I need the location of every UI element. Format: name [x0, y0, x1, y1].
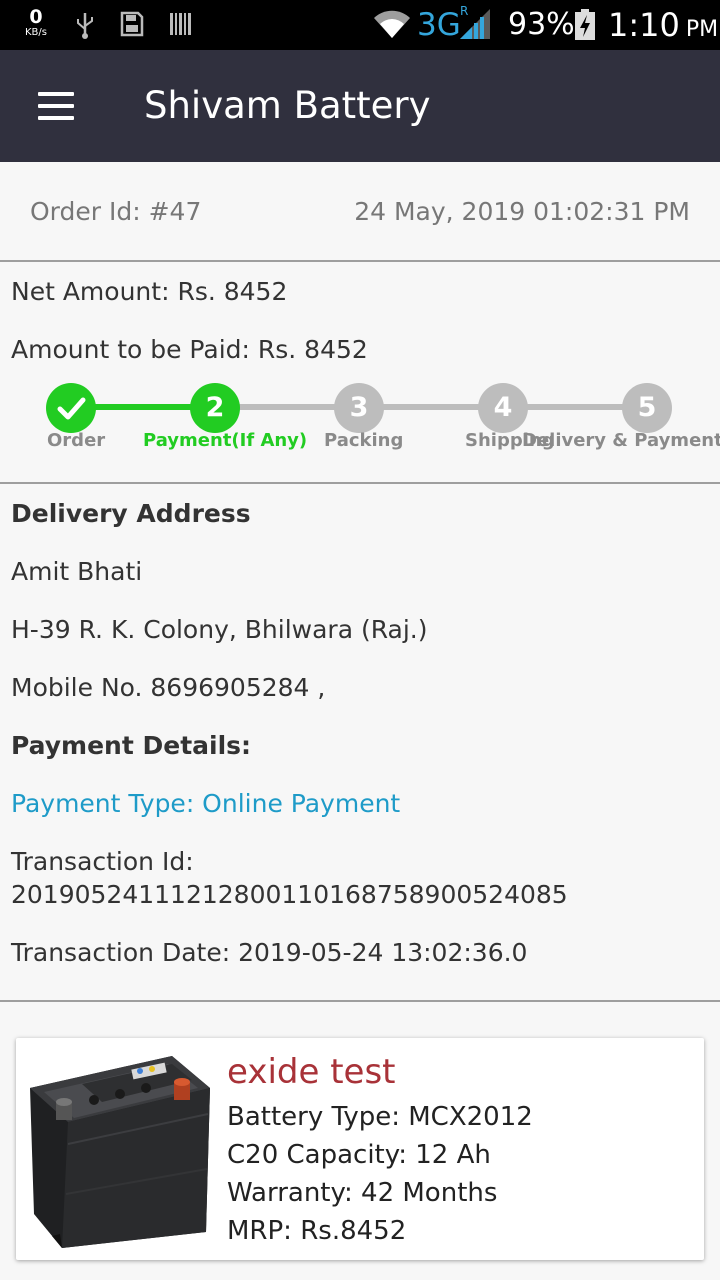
transaction-id: 20190524111212800110168758900524085 [11, 880, 568, 909]
amount-to-be-paid: Amount to be Paid: Rs. 8452 [11, 335, 368, 364]
car-battery-image [30, 1056, 210, 1248]
order-id: Order Id: #47 [30, 197, 202, 226]
checkmark-icon [57, 397, 86, 420]
product-card[interactable]: exide test Battery Type: MCX2012 C20 Cap… [16, 1038, 704, 1260]
step-4-number: 4 [493, 392, 513, 423]
usb-icon [77, 13, 93, 39]
order-header: Order Id: #47 24 May, 2019 01:02:31 PM [0, 162, 720, 260]
step-1-label: Order [47, 430, 106, 451]
delivery-address: H-39 R. K. Colony, Bhilwara (Raj.) [11, 615, 428, 644]
step-3-number: 3 [349, 392, 369, 423]
order-date: 24 May, 2019 01:02:31 PM [354, 197, 690, 226]
step-3-label: Packing [324, 430, 404, 451]
transaction-date: Transaction Date: 2019-05-24 13:02:36.0 [11, 938, 528, 967]
barcode-icon [170, 13, 191, 35]
clock-time: 1:10 [608, 6, 680, 44]
product-mrp: MRP: Rs.8452 [227, 1216, 407, 1246]
step-3-circle: 3 [334, 383, 384, 433]
net-speed-indicator: 0 KB/s [20, 8, 52, 38]
step-5-number: 5 [637, 392, 657, 423]
clock: 1:10 PM [608, 0, 718, 50]
step-5-circle: 5 [622, 383, 672, 433]
delivery-address-heading: Delivery Address [11, 499, 251, 528]
signal-icon [460, 9, 490, 39]
hamburger-menu-icon[interactable] [30, 86, 82, 126]
delivery-mobile: Mobile No. 8696905284 , [11, 673, 326, 702]
payment-details-heading: Payment Details: [11, 731, 252, 760]
step-2-label: Payment(If Any) [143, 430, 308, 451]
net-amount: Net Amount: Rs. 8452 [11, 277, 288, 306]
sd-card-icon [120, 11, 144, 37]
step-2-number: 2 [205, 392, 225, 423]
divider [0, 1000, 720, 1002]
network-type: 3G [417, 7, 461, 43]
product-name: exide test [227, 1052, 396, 1092]
divider [0, 260, 720, 262]
battery-percent: 93% [508, 7, 575, 42]
step-5-label: Delivery & Payment (If [522, 430, 720, 451]
net-speed-unit: KB/s [25, 27, 47, 38]
step-2-circle: 2 [190, 383, 240, 433]
transaction-id-label: Transaction Id: [11, 847, 194, 876]
app-title: Shivam Battery [144, 84, 431, 127]
step-4-circle: 4 [478, 383, 528, 433]
app-bar: Shivam Battery [0, 50, 720, 162]
net-speed-value: 0 [29, 6, 43, 28]
step-1-circle [46, 383, 96, 433]
product-battery-type: Battery Type: MCX2012 [227, 1102, 533, 1132]
status-bar: 0 KB/s 3G R 93% 1:10 PM [0, 0, 720, 50]
order-progress-stepper: 2 3 4 5 Order Payment(If Any) Packing Sh… [0, 380, 720, 460]
product-capacity: C20 Capacity: 12 Ah [227, 1140, 491, 1170]
delivery-name: Amit Bhati [11, 557, 143, 586]
battery-charging-icon [575, 9, 595, 40]
clock-ampm: PM [685, 17, 719, 42]
divider [0, 482, 720, 484]
product-warranty: Warranty: 42 Months [227, 1178, 498, 1208]
payment-type: Payment Type: Online Payment [11, 789, 401, 818]
wifi-icon [374, 10, 410, 38]
